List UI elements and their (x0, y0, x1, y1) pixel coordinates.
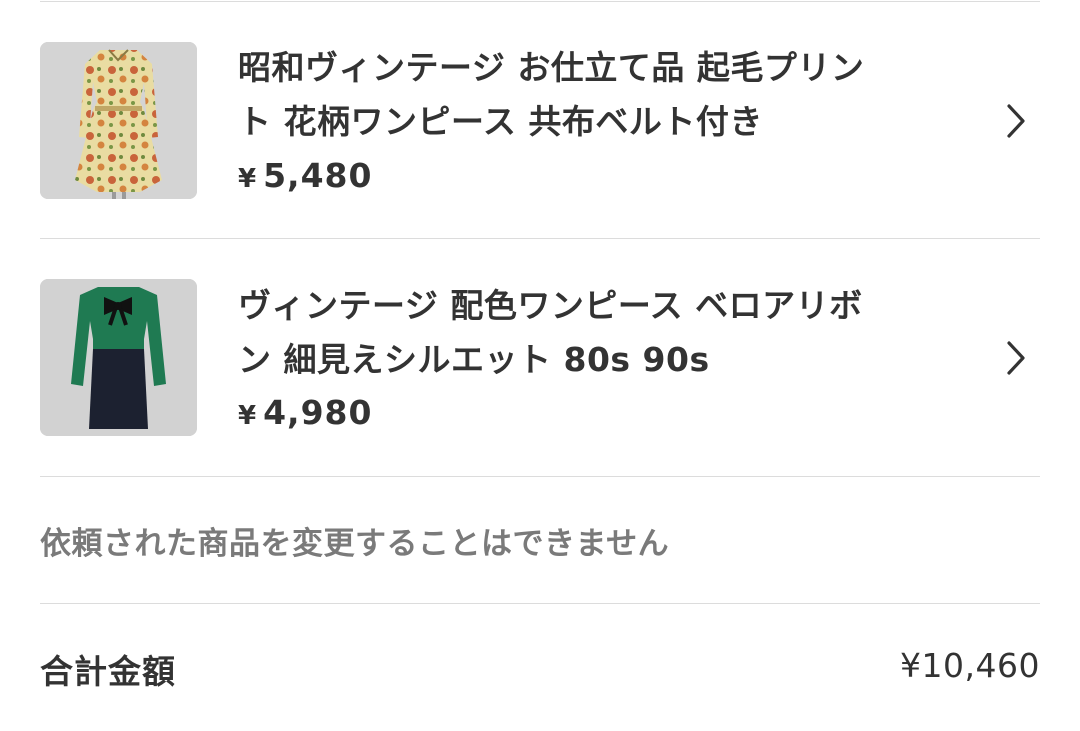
change-not-allowed-notice: 依頼された商品を変更することはできません (40, 526, 670, 562)
currency-symbol: ¥ (238, 164, 258, 194)
total-amount: ¥10,460 (900, 646, 1040, 685)
order-item-1[interactable]: 昭和ヴィンテージ お仕立て品 起毛プリン ト 花柄ワンピース 共布ベルト付き ¥… (0, 20, 1080, 220)
floral-dress-photo (40, 42, 197, 199)
notice-divider (40, 603, 1040, 604)
product-title-1-line1: 昭和ヴィンテージ お仕立て品 起毛プリン (238, 48, 865, 87)
product-price-2: ¥4,980 (238, 393, 372, 432)
chevron-right-icon[interactable] (1002, 338, 1030, 378)
green-navy-dress-photo (40, 279, 197, 436)
item-divider-1 (40, 238, 1040, 239)
product-title-2-line1: ヴィンテージ 配色ワンピース ベロアリボ (238, 286, 863, 325)
chevron-right-icon[interactable] (1002, 101, 1030, 141)
top-divider (40, 1, 1040, 2)
price-value: 5,480 (263, 156, 373, 195)
product-title-1: 昭和ヴィンテージ お仕立て品 起毛プリン ト 花柄ワンピース 共布ベルト付き (238, 41, 928, 149)
product-price-1: ¥5,480 (238, 156, 372, 195)
currency-symbol: ¥ (238, 401, 258, 431)
total-label: 合計金額 (40, 652, 176, 691)
product-title-1-line2: ト 花柄ワンピース 共布ベルト付き (238, 102, 763, 141)
order-item-2[interactable]: ヴィンテージ 配色ワンピース ベロアリボ ン 細見えシルエット 80s 90s … (0, 258, 1080, 458)
item-divider-2 (40, 476, 1040, 477)
product-title-2-line2: ン 細見えシルエット 80s 90s (238, 340, 710, 379)
price-value: 4,980 (263, 393, 373, 432)
product-thumbnail-1 (40, 42, 197, 199)
product-thumbnail-2 (40, 279, 197, 436)
product-title-2: ヴィンテージ 配色ワンピース ベロアリボ ン 細見えシルエット 80s 90s (238, 279, 928, 387)
